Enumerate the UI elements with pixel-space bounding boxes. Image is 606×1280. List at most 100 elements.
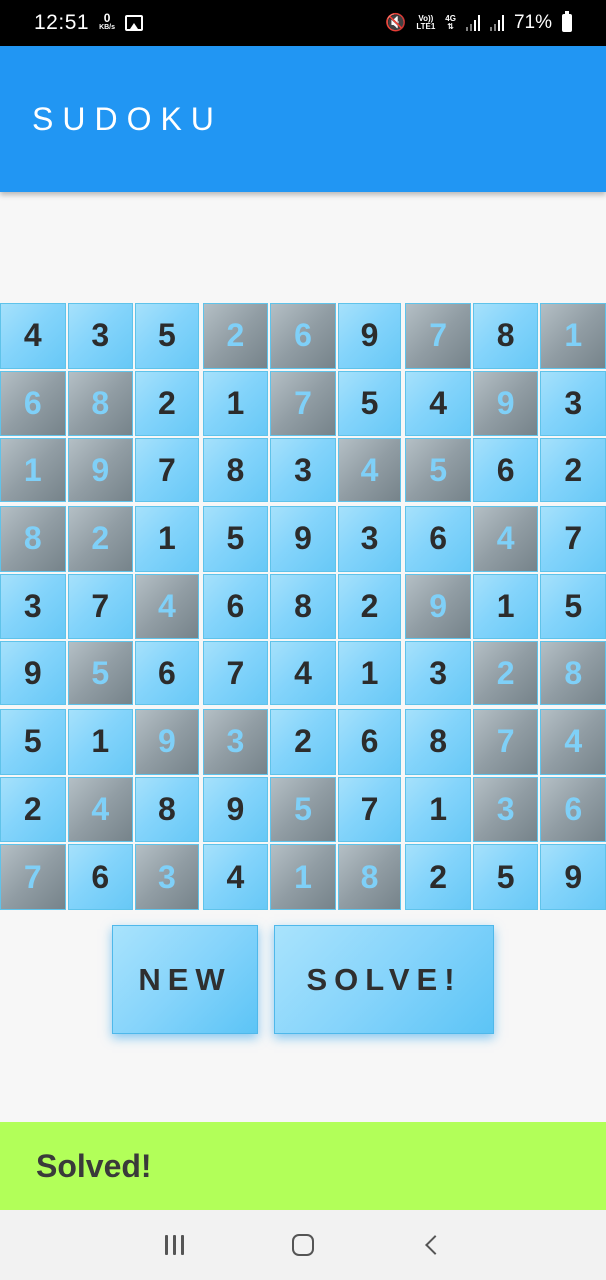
sudoku-cell[interactable]: 5 (540, 573, 606, 640)
new-button[interactable]: NEW (112, 925, 258, 1034)
sudoku-cell[interactable]: 1 (202, 370, 269, 437)
sudoku-cell[interactable]: 3 (0, 573, 66, 640)
app-bar: SUDOKU (0, 46, 606, 192)
sudoku-cell[interactable]: 6 (540, 776, 606, 843)
home-button[interactable] (283, 1225, 323, 1265)
sudoku-cell[interactable]: 7 (67, 573, 134, 640)
sudoku-cell[interactable]: 5 (270, 776, 336, 843)
sudoku-cell[interactable]: 9 (135, 708, 199, 775)
battery-icon (562, 11, 572, 32)
sudoku-cell[interactable]: 7 (202, 641, 269, 705)
sudoku-cell[interactable]: 2 (472, 641, 539, 705)
network-lte: LTE1 (416, 22, 436, 31)
sudoku-cell[interactable]: 9 (472, 370, 539, 437)
sudoku-cell[interactable]: 5 (135, 303, 199, 369)
sudoku-cell[interactable]: 2 (337, 573, 402, 640)
sudoku-cell[interactable]: 8 (0, 505, 66, 572)
sudoku-cell[interactable]: 6 (405, 505, 471, 572)
sudoku-cell[interactable]: 2 (67, 505, 134, 572)
sudoku-cell[interactable]: 8 (67, 370, 134, 437)
sudoku-cell[interactable]: 8 (270, 573, 336, 640)
sudoku-cell[interactable]: 5 (202, 505, 269, 572)
gallery-icon (125, 15, 144, 31)
sudoku-cell[interactable]: 4 (270, 641, 336, 705)
clock: 12:51 (34, 11, 90, 34)
back-icon (424, 1235, 445, 1255)
sudoku-cell[interactable]: 6 (67, 844, 134, 910)
sudoku-cell[interactable]: 3 (135, 844, 199, 910)
sudoku-cell[interactable]: 4 (540, 708, 606, 775)
sudoku-cell[interactable]: 5 (405, 438, 471, 502)
sudoku-cell[interactable]: 6 (135, 641, 199, 705)
sudoku-cell[interactable]: 1 (405, 776, 471, 843)
sudoku-cell[interactable]: 4 (135, 573, 199, 640)
sudoku-cell[interactable]: 1 (270, 844, 336, 910)
solve-button[interactable]: SOLVE! (274, 925, 494, 1034)
sudoku-cell[interactable]: 7 (270, 370, 336, 437)
sudoku-cell[interactable]: 2 (202, 303, 269, 369)
network-indicator: Vo)) LTE1 (416, 15, 435, 31)
sudoku-cell[interactable]: 1 (337, 641, 402, 705)
sudoku-cell[interactable]: 7 (405, 303, 471, 369)
sudoku-cell[interactable]: 5 (0, 708, 66, 775)
navigation-bar (0, 1210, 606, 1280)
sudoku-cell[interactable]: 7 (540, 505, 606, 572)
sudoku-cell[interactable]: 3 (270, 438, 336, 502)
sudoku-cell[interactable]: 8 (540, 641, 606, 705)
sudoku-cell[interactable]: 8 (405, 708, 471, 775)
app-screen: 12:51 0 KB/s 🔇 Vo)) LTE1 4G ⇅ 71% SUDOKU (0, 0, 606, 1280)
sudoku-cell[interactable]: 7 (135, 438, 199, 502)
home-icon (291, 1234, 314, 1256)
sudoku-cell[interactable]: 6 (270, 303, 336, 369)
sudoku-cell[interactable]: 5 (337, 370, 402, 437)
sudoku-cell[interactable]: 9 (405, 573, 471, 640)
sudoku-cell[interactable]: 3 (405, 641, 471, 705)
sudoku-cell[interactable]: 6 (0, 370, 66, 437)
sudoku-cell[interactable]: 6 (472, 438, 539, 502)
recents-button[interactable] (154, 1225, 194, 1265)
sudoku-cell[interactable]: 9 (67, 438, 134, 502)
sudoku-cell[interactable]: 6 (202, 573, 269, 640)
sudoku-cell[interactable]: 4 (67, 776, 134, 843)
sudoku-cell[interactable]: 3 (202, 708, 269, 775)
data-rate-unit: KB/s (99, 24, 116, 31)
signal-icon (465, 15, 480, 31)
sudoku-cell[interactable]: 3 (67, 303, 134, 369)
sudoku-cell[interactable]: 2 (0, 776, 66, 843)
sudoku-cell[interactable]: 5 (472, 844, 539, 910)
sudoku-cell[interactable]: 4 (337, 438, 402, 502)
sudoku-cell[interactable]: 1 (135, 505, 199, 572)
sudoku-cell[interactable]: 1 (67, 708, 134, 775)
sudoku-cell[interactable]: 8 (135, 776, 199, 843)
sudoku-cell[interactable]: 2 (270, 708, 336, 775)
sudoku-cell[interactable]: 1 (540, 303, 606, 369)
sudoku-cell[interactable]: 9 (0, 641, 66, 705)
sudoku-cell[interactable]: 3 (472, 776, 539, 843)
sudoku-cell[interactable]: 9 (202, 776, 269, 843)
sudoku-cell[interactable]: 8 (337, 844, 402, 910)
sudoku-cell[interactable]: 7 (0, 844, 66, 910)
sudoku-cell[interactable]: 4 (0, 303, 66, 369)
sudoku-cell[interactable]: 2 (540, 438, 606, 502)
sudoku-cell[interactable]: 2 (135, 370, 199, 437)
sudoku-cell[interactable]: 5 (67, 641, 134, 705)
sudoku-cell[interactable]: 1 (0, 438, 66, 502)
sudoku-cell[interactable]: 2 (405, 844, 471, 910)
sudoku-cell[interactable]: 9 (270, 505, 336, 572)
sudoku-cell[interactable]: 9 (337, 303, 402, 369)
back-button[interactable] (412, 1225, 452, 1265)
data-rate: 0 KB/s (99, 12, 116, 32)
sudoku-cell[interactable]: 7 (472, 708, 539, 775)
sudoku-cell[interactable]: 8 (202, 438, 269, 502)
sudoku-cell[interactable]: 4 (472, 505, 539, 572)
sudoku-cell[interactable]: 8 (472, 303, 539, 369)
sudoku-cell[interactable]: 6 (337, 708, 402, 775)
sudoku-cell[interactable]: 7 (337, 776, 402, 843)
sudoku-cell[interactable]: 9 (540, 844, 606, 910)
sudoku-cell[interactable]: 1 (472, 573, 539, 640)
sudoku-cell[interactable]: 4 (405, 370, 471, 437)
sudoku-cell[interactable]: 3 (540, 370, 606, 437)
recents-icon (164, 1235, 184, 1255)
sudoku-cell[interactable]: 4 (202, 844, 269, 910)
sudoku-cell[interactable]: 3 (337, 505, 402, 572)
